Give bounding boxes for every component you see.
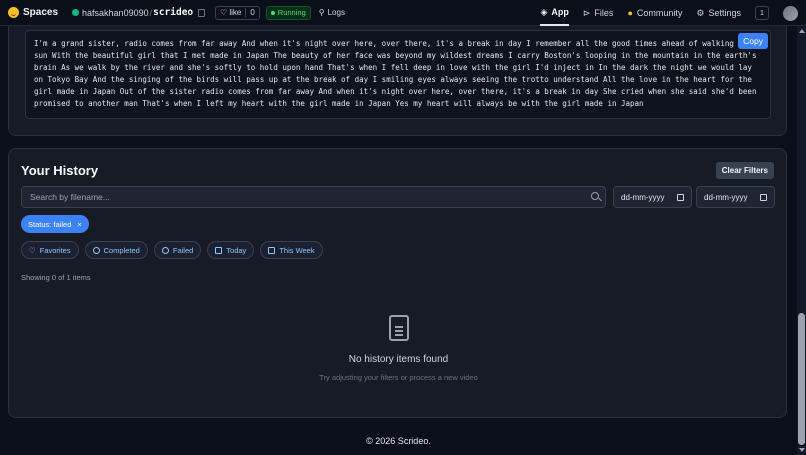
top-bar: Spaces hafsakhan09090 / scrideo ♡ like 0 … xyxy=(0,0,806,26)
footer: © 2026 Scrideo. xyxy=(366,436,431,446)
logs-icon: ⚲ xyxy=(318,8,325,17)
filter-failed-label: Failed xyxy=(172,245,194,255)
clear-filters-button[interactable]: Clear Filters xyxy=(715,162,774,179)
active-filter-label: Status: failed xyxy=(28,219,72,229)
tab-community[interactable]: ● Community xyxy=(627,0,682,26)
filter-this-week-label: This Week xyxy=(279,245,315,255)
filter-this-week[interactable]: This Week xyxy=(260,241,323,259)
space-nav: ◈ App ⊳ Files ● Community ⚙ Settings 1 xyxy=(540,0,798,26)
tab-files[interactable]: ⊳ Files xyxy=(583,0,614,26)
spaces-label: Spaces xyxy=(23,7,59,18)
history-panel: Your History Clear Filters Search by fil… xyxy=(8,148,787,418)
files-icon: ⊳ xyxy=(582,7,591,18)
filter-today[interactable]: Today xyxy=(207,241,255,259)
breadcrumb-separator: / xyxy=(149,7,153,18)
hf-logo-icon xyxy=(8,7,19,18)
community-icon: ● xyxy=(627,8,633,18)
history-title: Your History xyxy=(21,163,99,178)
status-label: Running xyxy=(277,8,306,17)
logs-label: Logs xyxy=(327,8,345,17)
user-avatar[interactable] xyxy=(783,5,798,21)
empty-state: No history items found Try adjusting you… xyxy=(9,315,788,382)
results-count: Showing 0 of 1 items xyxy=(21,273,91,282)
like-button[interactable]: ♡ like 0 xyxy=(215,5,260,20)
document-icon xyxy=(388,315,409,341)
filter-favorites-label: Favorites xyxy=(39,245,71,255)
like-label: like xyxy=(229,8,242,17)
repo-owner[interactable]: hafsakhan09090 xyxy=(82,8,149,18)
tab-community-label: Community xyxy=(636,8,683,18)
notification-badge[interactable]: 1 xyxy=(755,6,769,20)
tab-app[interactable]: ◈ App xyxy=(540,0,569,26)
tab-settings-label: Settings xyxy=(708,8,741,18)
filter-favorites[interactable]: ♡ Favorites xyxy=(21,241,79,259)
status-badge[interactable]: Running xyxy=(265,5,311,20)
scrollbar-thumb[interactable] xyxy=(798,313,805,445)
gear-icon: ⚙ xyxy=(696,7,705,18)
spaces-logo[interactable]: Spaces xyxy=(8,7,58,18)
scroll-down-icon[interactable] xyxy=(799,448,805,452)
app-icon: ◈ xyxy=(540,6,548,17)
empty-title: No history items found xyxy=(348,354,449,365)
copy-icon[interactable] xyxy=(198,8,206,17)
tab-settings[interactable]: ⚙ Settings xyxy=(696,0,741,26)
search-placeholder: Search by filename... xyxy=(30,192,110,202)
calendar-icon[interactable] xyxy=(677,193,684,201)
repo-name[interactable]: scrideo xyxy=(153,7,193,18)
close-icon[interactable]: × xyxy=(77,220,81,229)
check-circle-icon xyxy=(92,246,100,254)
date-to-value: dd-mm-yyyy xyxy=(704,192,748,202)
tab-files-label: Files xyxy=(594,8,614,18)
date-from-value: dd-mm-yyyy xyxy=(621,192,665,202)
scroll-up-icon[interactable] xyxy=(799,29,805,33)
heart-icon: ♡ xyxy=(29,245,36,255)
x-circle-icon xyxy=(161,246,169,254)
active-filter-chip[interactable]: Status: failed × xyxy=(21,215,89,233)
calendar-icon[interactable] xyxy=(760,193,767,201)
logs-button[interactable]: ⚲ Logs xyxy=(319,8,345,17)
filter-today-label: Today xyxy=(226,245,247,255)
scrollbar[interactable] xyxy=(797,26,806,455)
tab-app-label: App xyxy=(551,7,569,17)
repo-breadcrumb: hafsakhan09090 / scrideo xyxy=(72,7,206,18)
date-to-input[interactable]: dd-mm-yyyy xyxy=(696,186,775,208)
search-icon xyxy=(591,192,599,200)
transcript-card: I'm a grand sister, radio comes from far… xyxy=(8,26,787,136)
filter-chips: ♡ Favorites Completed Failed Today This … xyxy=(21,241,323,259)
like-count: 0 xyxy=(245,8,258,17)
filter-failed[interactable]: Failed xyxy=(153,241,202,259)
owner-avatar-icon xyxy=(72,9,80,16)
copy-button[interactable]: Copy xyxy=(738,33,768,49)
filter-completed-label: Completed xyxy=(103,245,140,255)
calendar-icon xyxy=(215,246,223,254)
search-input[interactable]: Search by filename... xyxy=(21,186,606,208)
empty-subtitle: Try adjusting your filters or process a … xyxy=(319,373,478,382)
heart-icon: ♡ xyxy=(220,8,228,17)
status-dot-icon xyxy=(270,10,275,15)
calendar-icon xyxy=(268,246,276,254)
filter-completed[interactable]: Completed xyxy=(84,241,148,259)
date-from-input[interactable]: dd-mm-yyyy xyxy=(613,186,692,208)
transcript-text[interactable]: I'm a grand sister, radio comes from far… xyxy=(25,30,771,119)
